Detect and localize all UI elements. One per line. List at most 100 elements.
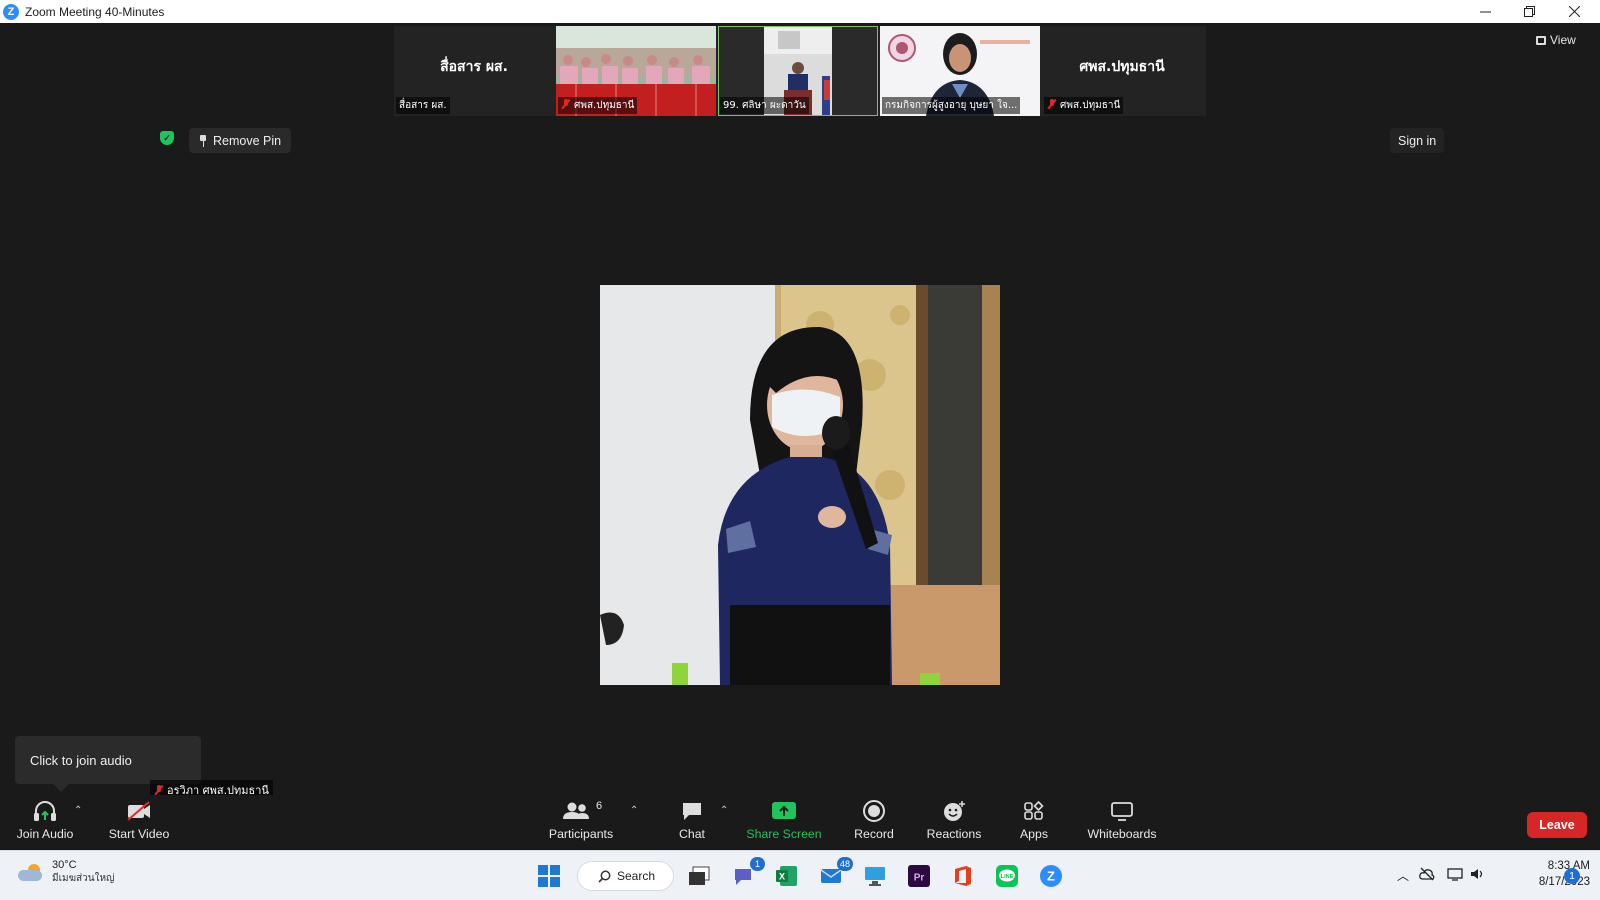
line-button[interactable]: LINE (993, 862, 1021, 890)
task-view-button[interactable] (685, 862, 713, 890)
participants-label: Participants (548, 827, 614, 841)
remove-pin-button[interactable]: Remove Pin (189, 128, 292, 153)
mail-badge: 48 (836, 857, 853, 871)
start-button[interactable] (535, 862, 563, 890)
participant-name: กรมกิจการผู้สูงอายุ บุษยา ใจ... (882, 97, 1021, 114)
reactions-button[interactable]: Reactions (925, 798, 983, 841)
weather-cloud-icon (18, 863, 44, 882)
grid-view-icon (1536, 35, 1546, 45)
svg-text:Pr: Pr (914, 873, 925, 884)
video-off-icon (125, 798, 153, 824)
apps-label: Apps (1019, 827, 1049, 841)
share-screen-icon (771, 798, 797, 824)
excel-button[interactable]: X (773, 862, 801, 890)
sign-in-button[interactable]: Sign in (1390, 128, 1445, 153)
network-icon[interactable] (1447, 867, 1463, 884)
share-screen-button[interactable]: Share Screen (746, 798, 822, 841)
remove-pin-label: Remove Pin (213, 133, 282, 148)
start-video-label: Start Video (108, 827, 170, 841)
participant-name: สื่อสาร ผส. (396, 97, 450, 114)
headphone-icon (32, 798, 58, 824)
participants-count: 6 (595, 800, 603, 812)
meeting-toolbar: Join Audio ⌃ Start Video 6 Participants … (0, 795, 1600, 850)
weather-desc: มีเมฆส่วนใหญ่ (52, 873, 115, 884)
whiteboards-button[interactable]: Whiteboards (1087, 798, 1157, 841)
chat-button[interactable]: Chat (672, 798, 712, 841)
weather-widget[interactable]: 30°C มีเมฆส่วนใหญ่ (18, 859, 115, 886)
taskbar-search[interactable]: Search (577, 861, 674, 891)
office-button[interactable] (949, 862, 977, 890)
mic-muted-icon (561, 99, 571, 109)
mic-muted-icon (1047, 99, 1057, 109)
pinned-video (600, 285, 1000, 685)
close-button[interactable] (1552, 0, 1596, 23)
line-icon: LINE (996, 865, 1018, 887)
participants-button[interactable]: 6 Participants (548, 798, 614, 841)
minimize-icon (1479, 11, 1491, 13)
participants-options-chevron-icon[interactable]: ⌃ (630, 805, 638, 816)
title-bar: Z Zoom Meeting 40-Minutes (0, 0, 1600, 23)
zoom-taskbar-button[interactable]: Z (1037, 862, 1065, 890)
remote-desktop-button[interactable] (861, 862, 889, 890)
audio-options-chevron-icon[interactable]: ⌃ (74, 805, 82, 816)
participants-icon: 6 (560, 798, 602, 824)
participant-name: ศพส.ปทุมธานี (558, 97, 638, 114)
windows-logo-icon (538, 865, 560, 887)
join-audio-button[interactable]: Join Audio (14, 798, 76, 841)
smiley-add-icon (941, 798, 967, 824)
notification-badge[interactable]: 1 (1564, 868, 1580, 884)
mail-button[interactable]: 48 (817, 857, 853, 890)
svg-text:Z: Z (1047, 869, 1055, 884)
participant-tile[interactable]: สื่อสาร ผส. สื่อสาร ผส. (394, 26, 554, 116)
participant-strip: สื่อสาร ผส. สื่อสาร ผส. ศพส.ปทุมธานี 99.… (394, 26, 1206, 116)
weather-temp: 30°C (52, 859, 77, 871)
restore-button[interactable] (1507, 0, 1551, 23)
minimize-button[interactable] (1463, 0, 1507, 23)
record-icon (862, 798, 886, 824)
start-video-button[interactable]: Start Video (107, 798, 171, 841)
security-shield-icon[interactable]: ✓ (160, 131, 174, 145)
volume-icon[interactable] (1470, 867, 1486, 884)
view-button[interactable]: View (1536, 33, 1576, 47)
teams-chat-button[interactable]: 1 (729, 857, 765, 890)
restore-icon (1523, 6, 1535, 17)
cloud-offline-icon[interactable] (1419, 867, 1435, 884)
sign-in-label: Sign in (1398, 133, 1437, 148)
tooltip-text: Click to join audio (30, 752, 132, 768)
leave-label: Leave (1539, 818, 1575, 832)
join-audio-tooltip: Click to join audio (15, 736, 201, 792)
share-screen-label: Share Screen (746, 827, 822, 841)
reactions-label: Reactions (926, 827, 982, 841)
pin-icon (199, 134, 207, 147)
tray-overflow-chevron-icon[interactable]: ︿ (1397, 867, 1409, 884)
search-label: Search (617, 869, 656, 883)
whiteboards-label: Whiteboards (1087, 827, 1157, 841)
whiteboard-icon (1110, 798, 1134, 824)
participant-big-name: ศพส.ปทุมธานี (1079, 59, 1165, 75)
apps-button[interactable]: Apps (1017, 798, 1051, 841)
search-icon (598, 870, 611, 883)
participant-tile[interactable]: ศพส.ปทุมธานี (556, 26, 716, 116)
record-button[interactable]: Record (852, 798, 896, 841)
participant-tile-active[interactable]: 99. ศลิษา ผะดาวัน (718, 26, 878, 116)
office-icon (955, 866, 971, 886)
teams-badge: 1 (750, 857, 765, 871)
participant-tile[interactable]: ศพส.ปทุมธานี ศพส.ปทุมธานี (1042, 26, 1202, 116)
zoom-logo-icon: Z (3, 3, 19, 20)
chat-icon (680, 798, 704, 824)
participant-name: 99. ศลิษา ผะดาวัน (720, 97, 809, 114)
task-view-icon (689, 866, 710, 885)
participant-big-name: สื่อสาร ผส. (440, 59, 508, 75)
premiere-button[interactable]: Pr (905, 862, 933, 890)
participant-tile[interactable]: กรมกิจการผู้สูงอายุ บุษยา ใจ... (880, 26, 1040, 116)
mic-muted-icon (154, 785, 164, 795)
join-audio-label: Join Audio (16, 827, 74, 841)
zoom-icon: Z (1040, 865, 1062, 887)
view-label: View (1550, 33, 1576, 47)
speaker-video-feed (600, 285, 1000, 685)
chat-options-chevron-icon[interactable]: ⌃ (720, 805, 728, 816)
windows-taskbar: 30°C มีเมฆส่วนใหญ่ Search 1 X 48 Pr LINE… (0, 850, 1600, 900)
leave-button[interactable]: Leave (1527, 812, 1587, 838)
excel-icon: X (776, 866, 797, 886)
svg-text:LINE: LINE (1001, 874, 1014, 880)
